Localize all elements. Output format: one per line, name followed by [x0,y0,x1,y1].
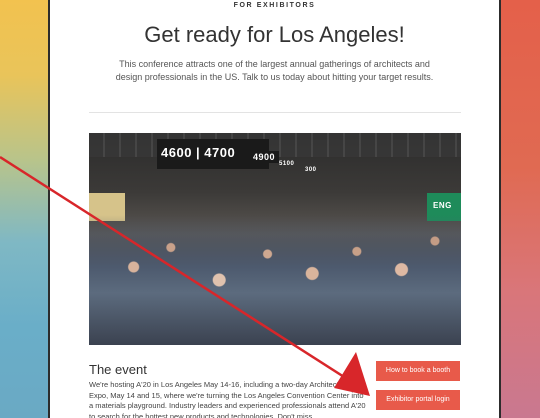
eyebrow-label: FOR EXHIBITORS [233,2,316,9]
page-title: Get ready for Los Angeles! [144,22,405,47]
left-gradient-band [0,0,50,418]
booth-sign-second: 4900 [249,151,280,163]
intro-paragraph: This conference attracts one of the larg… [115,59,434,82]
crowd [89,215,461,345]
main-content: FOR EXHIBITORS Get ready for Los Angeles… [50,0,499,418]
book-booth-button[interactable]: How to book a booth [376,361,460,381]
right-booth-banner-text: ENG [433,201,452,210]
left-edge-line [48,0,50,418]
right-edge-line [499,0,501,418]
exhibitor-portal-login-button[interactable]: Exhibitor portal login [376,390,460,410]
booth-sign-fourth: 300 [305,167,317,173]
divider [89,112,461,113]
expo-hall-photo: 4600 | 4700 4900 5100 300 ENG [89,133,461,345]
booth-sign-main: 4600 | 4700 [161,145,236,160]
event-description: We're hosting A'20 in Los Angeles May 14… [89,380,366,418]
event-section-title: The event [89,362,147,377]
right-gradient-band [499,0,540,418]
page-frame: FOR EXHIBITORS Get ready for Los Angeles… [0,0,540,418]
booth-sign-third: 5100 [279,161,295,167]
